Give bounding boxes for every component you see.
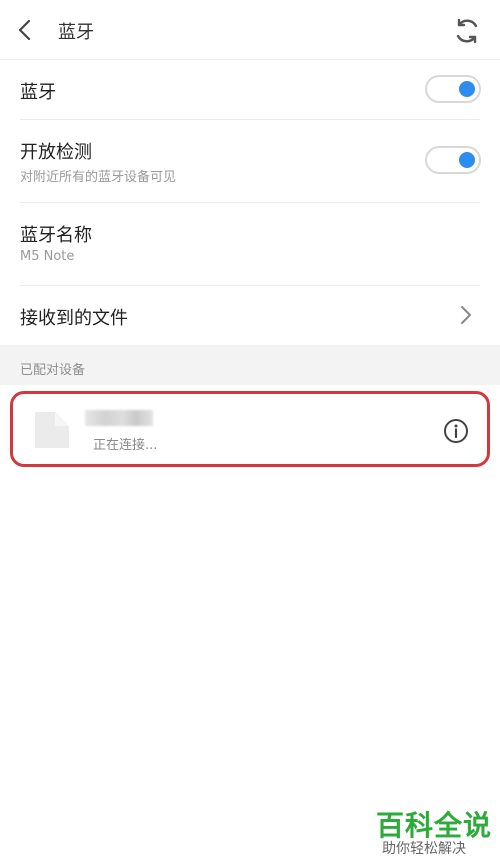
device-icon <box>35 412 69 448</box>
received-files-label: 接收到的文件 <box>20 308 128 329</box>
device-name-row[interactable]: 蓝牙名称 M5 Note <box>0 203 500 285</box>
paired-devices-section-header: 已配对设备 <box>0 345 500 385</box>
discoverable-toggle[interactable] <box>425 146 481 174</box>
watermark-subtitle: 助你轻松解决 <box>382 841 466 857</box>
page-title: 蓝牙 <box>58 22 94 43</box>
bluetooth-toggle[interactable] <box>425 75 481 103</box>
refresh-icon <box>456 18 478 44</box>
bluetooth-row[interactable]: 蓝牙 <box>0 60 500 120</box>
device-info-button[interactable] <box>443 418 469 444</box>
received-files-row[interactable]: 接收到的文件 <box>0 286 500 345</box>
toggle-knob <box>459 81 475 97</box>
discoverable-description: 对附近所有的蓝牙设备可见 <box>20 170 177 185</box>
device-name-label: 蓝牙名称 <box>20 225 92 246</box>
discoverable-label: 开放检测 <box>20 142 92 163</box>
header-bar: 蓝牙 <box>0 0 500 60</box>
back-button[interactable] <box>12 16 40 44</box>
device-name-value: M5 Note <box>20 249 75 264</box>
chevron-right-icon <box>461 306 471 324</box>
info-icon <box>444 419 468 443</box>
paired-device-item[interactable]: 正在连接... <box>10 391 490 467</box>
discoverable-row[interactable]: 开放检测 对附近所有的蓝牙设备可见 <box>0 120 500 202</box>
device-name-redacted <box>85 410 153 426</box>
toggle-knob <box>459 152 475 168</box>
section-label: 已配对设备 <box>20 363 86 378</box>
device-status: 正在连接... <box>93 438 158 453</box>
chevron-left-icon <box>18 19 31 41</box>
refresh-button[interactable] <box>452 16 482 46</box>
bluetooth-label: 蓝牙 <box>20 82 56 103</box>
